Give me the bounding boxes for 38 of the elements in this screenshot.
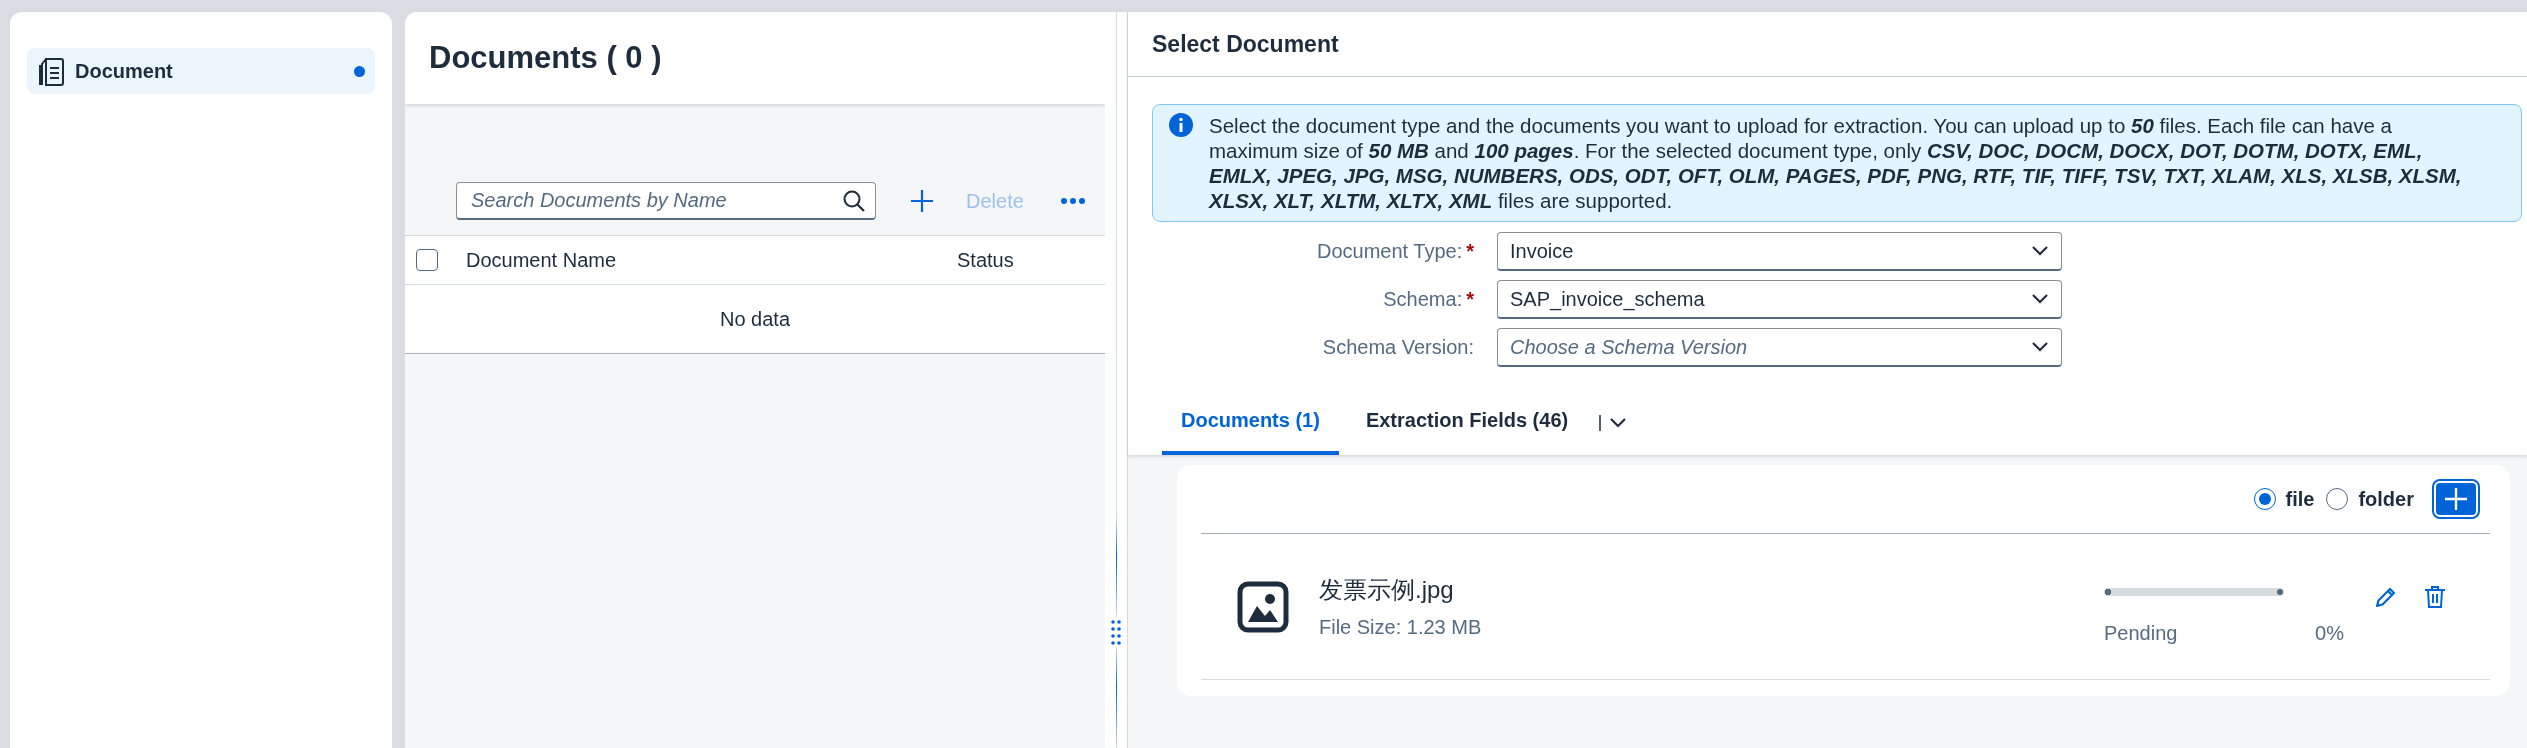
- panel-title: Documents ( 0 ): [429, 40, 662, 76]
- chevron-down-icon: [2031, 341, 2049, 353]
- plus-icon: [2444, 487, 2468, 511]
- field-label: Schema Version:: [1322, 336, 1474, 359]
- dropdown-field[interactable]: SAP_invoice_schema: [1497, 280, 2062, 319]
- required-mark: *: [1466, 288, 1474, 311]
- image-icon: [1237, 580, 1289, 633]
- radio-button[interactable]: file: [2247, 487, 2321, 511]
- more-icon: [1059, 197, 1086, 205]
- chevron-down-icon: [2031, 245, 2049, 257]
- panel-title: Select Document: [1152, 30, 1339, 58]
- progress-percent: 0%: [2315, 622, 2344, 645]
- tab[interactable]: Extraction Fields (46): [1346, 390, 1588, 455]
- select-all-checkbox[interactable]: [416, 249, 438, 271]
- file-size: File Size: 1.23 MB: [1319, 616, 1483, 639]
- search-field[interactable]: Search Documents by Name: [456, 182, 876, 220]
- chevron-down-icon: [2031, 293, 2049, 305]
- status-text: Pending: [2104, 622, 2178, 645]
- column-header: Document Name: [466, 248, 618, 272]
- empty-message: No data: [719, 307, 791, 331]
- field-label: Document Type:: [1316, 240, 1463, 263]
- dropdown-field[interactable]: Invoice: [1497, 232, 2062, 271]
- document-icon: [37, 56, 65, 86]
- sidebar-item[interactable]: Document: [27, 48, 375, 94]
- required-mark: *: [1466, 240, 1474, 263]
- search-icon[interactable]: [842, 189, 866, 213]
- radio-button[interactable]: folder: [2320, 487, 2420, 511]
- file-name: 发票示例.jpg: [1319, 575, 1455, 605]
- dropdown-field[interactable]: Choose a Schema Version: [1497, 328, 2062, 367]
- info-text: Select the document type and the documents you want to upload for extraction. You can upload up to 50 files. Each file can have a maximum size of 50 MB and 100 pages. For the selected document type, only CSV, DOC, DOCM, DOCX, DOT, DOTM, DOTX, EML, EMLX, JPEG, JPG, MSG, NUMBERS, ODS, ODT, OFT, OLM, PAGES, PDF, PNG, RTF, TIF, TIFF, TSV, TXT, XLAM, XLS, XLSB, XLSM, XLSX, XLT, XLTM, XLTX, XML files are supported.: [1209, 113, 2463, 213]
- column-header: Status: [957, 248, 1014, 272]
- add-upload-button[interactable]: [2434, 481, 2478, 517]
- grip-handle[interactable]: [1111, 619, 1121, 645]
- tab[interactable]: Documents (1): [1162, 390, 1339, 455]
- trash-icon: [2424, 584, 2446, 609]
- plus-icon: [910, 189, 934, 213]
- field-label: Schema:: [1383, 288, 1463, 311]
- info-icon: [1169, 113, 1193, 137]
